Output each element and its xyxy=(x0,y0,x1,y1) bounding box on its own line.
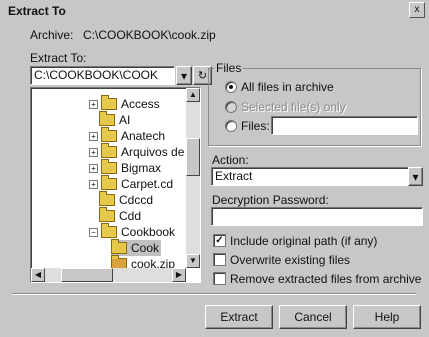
tree-horizontal-scrollbar[interactable]: ◀ ▶ xyxy=(31,268,186,282)
tree-vertical-scrollbar[interactable]: ▲ ▼ xyxy=(186,88,200,268)
folder-icon xyxy=(111,239,127,254)
tree-item-arquivos[interactable]: + Arquivos de xyxy=(89,143,184,160)
scroll-thumb[interactable] xyxy=(61,268,113,282)
folder-icon xyxy=(101,95,117,110)
folder-icon xyxy=(99,111,115,126)
extract-to-label: Extract To: xyxy=(30,51,87,65)
extract-button[interactable]: Extract xyxy=(205,305,273,329)
overwrite-label: Overwrite existing files xyxy=(230,253,351,267)
tree-item-cook-selected[interactable]: Cook xyxy=(111,239,162,256)
files-input[interactable] xyxy=(271,116,418,135)
radio-all-files[interactable] xyxy=(225,81,237,93)
radio-files[interactable] xyxy=(225,120,237,132)
include-path-label: Include original path (if any) xyxy=(230,234,378,248)
folder-icon xyxy=(101,175,117,190)
scroll-down-icon[interactable]: ▼ xyxy=(186,254,200,268)
password-label: Decryption Password: xyxy=(212,193,329,207)
archive-label: Archive: xyxy=(30,28,74,42)
expand-icon[interactable]: + xyxy=(89,131,98,141)
archive-path: C:\COOKBOOK\cook.zip xyxy=(83,28,216,42)
expand-icon[interactable]: + xyxy=(89,99,98,109)
help-button[interactable]: Help xyxy=(353,305,421,329)
tree-item-cookbook[interactable]: − Cookbook xyxy=(89,223,175,240)
tree-item-cdd[interactable]: Cdd xyxy=(99,207,141,224)
checkbox-overwrite[interactable] xyxy=(213,253,226,266)
close-icon[interactable]: x xyxy=(409,2,425,18)
title-bar: Extract To x xyxy=(0,0,429,20)
tree-item-carpet[interactable]: + Carpet.cd xyxy=(89,175,173,192)
folder-icon xyxy=(99,207,115,222)
expand-icon[interactable]: + xyxy=(89,147,98,157)
folder-tree[interactable]: + Access AI + Anatech + Arquivos de + Bigmax… xyxy=(30,87,201,283)
files-group-label: Files xyxy=(214,61,244,75)
divider xyxy=(12,293,416,295)
radio-selected-files-label: Selected file(s) only xyxy=(241,100,346,114)
scroll-up-icon[interactable]: ▲ xyxy=(186,88,200,102)
scroll-left-icon[interactable]: ◀ xyxy=(31,268,45,282)
radio-all-files-label: All files in archive xyxy=(241,80,334,94)
cancel-button[interactable]: Cancel xyxy=(279,305,347,329)
radio-files-label: Files: xyxy=(241,119,270,133)
folder-icon xyxy=(101,127,117,142)
folder-open-icon xyxy=(101,223,117,238)
tree-item-access[interactable]: + Access xyxy=(89,95,160,112)
action-label: Action: xyxy=(212,153,249,167)
window-title: Extract To xyxy=(8,4,66,18)
action-select[interactable]: Extract xyxy=(211,167,409,186)
password-input[interactable] xyxy=(211,207,423,226)
scroll-right-icon[interactable]: ▶ xyxy=(172,268,186,282)
folder-icon xyxy=(99,191,115,206)
scroll-thumb[interactable] xyxy=(186,138,200,176)
checkbox-remove[interactable] xyxy=(213,272,226,285)
tree-item-bigmax[interactable]: + Bigmax xyxy=(89,159,161,176)
checkbox-include-path[interactable]: ✓ xyxy=(213,234,226,247)
tree-item-anatech[interactable]: + Anatech xyxy=(89,127,165,144)
tree-item-cdccd[interactable]: Cdccd xyxy=(99,191,153,208)
extract-to-input[interactable]: C:\COOKBOOK\COOK xyxy=(30,66,175,85)
expand-icon[interactable]: + xyxy=(89,163,98,173)
dropdown-arrow-icon[interactable]: ▾ xyxy=(408,167,423,186)
folder-icon xyxy=(101,143,117,158)
remove-label: Remove extracted files from archive xyxy=(230,272,422,286)
collapse-icon[interactable]: − xyxy=(89,227,98,237)
folder-icon xyxy=(101,159,117,174)
dropdown-arrow-icon[interactable]: ▾ xyxy=(176,66,192,85)
expand-icon[interactable]: + xyxy=(89,179,98,189)
tree-item-ai[interactable]: AI xyxy=(99,111,130,128)
radio-selected-files[interactable] xyxy=(225,101,237,113)
